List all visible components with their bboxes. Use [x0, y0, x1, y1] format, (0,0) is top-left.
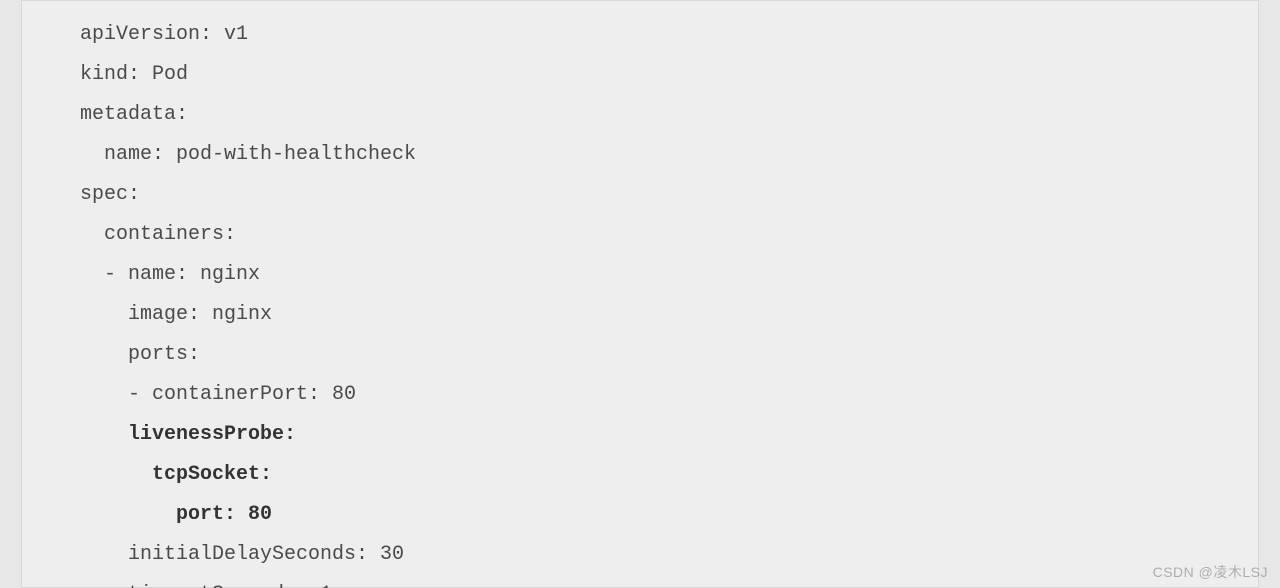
- code-line: image: nginx: [80, 295, 1258, 335]
- code-line: kind: Pod: [80, 55, 1258, 95]
- code-line: containers:: [80, 215, 1258, 255]
- code-line-bold: livenessProbe:: [80, 415, 1258, 455]
- code-line: initialDelaySeconds: 30: [80, 535, 1258, 575]
- code-line-bold: tcpSocket:: [80, 455, 1258, 495]
- code-line: name: pod-with-healthcheck: [80, 135, 1258, 175]
- code-line: apiVersion: v1: [80, 15, 1258, 55]
- code-line: - name: nginx: [80, 255, 1258, 295]
- code-line: spec:: [80, 175, 1258, 215]
- code-line: timeoutSeconds: 1: [80, 575, 1258, 588]
- code-block: apiVersion: v1 kind: Pod metadata: name:…: [21, 0, 1259, 588]
- code-line: - containerPort: 80: [80, 375, 1258, 415]
- code-line: metadata:: [80, 95, 1258, 135]
- code-line-bold: port: 80: [80, 495, 1258, 535]
- code-line: ports:: [80, 335, 1258, 375]
